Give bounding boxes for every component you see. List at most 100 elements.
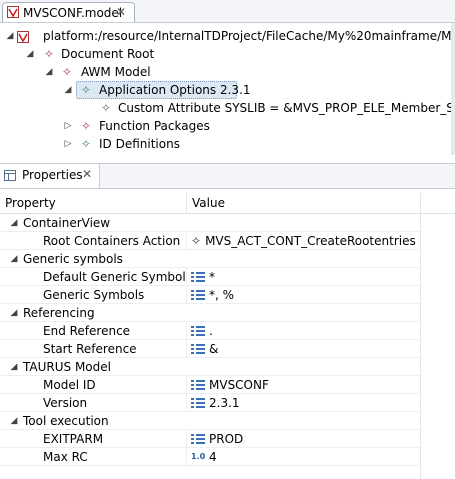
property-category[interactable]: ◢ Generic symbols <box>0 250 420 268</box>
tree-item-custom-attribute[interactable]: ✧ Custom Attribute SYSLIB = &MVS_PROP_EL… <box>0 99 455 117</box>
property-name: End Reference <box>43 324 131 338</box>
tree-item-label: Document Root <box>61 47 155 61</box>
property-value: 4 <box>209 450 217 464</box>
expand-down-icon[interactable]: ◢ <box>63 81 73 99</box>
property-row[interactable]: EXITPARM PROD <box>0 430 420 448</box>
property-value-cell[interactable]: *, % <box>186 286 234 304</box>
expand-down-icon[interactable]: ◢ <box>9 214 19 232</box>
property-name: Default Generic Symbol <box>43 270 186 284</box>
tree-item-label: Custom Attribute SYSLIB = &MVS_PROP_ELE_… <box>118 101 455 115</box>
column-header-value[interactable]: Value <box>186 193 420 213</box>
attribute-icon: ✧ <box>100 101 112 115</box>
property-name: Version <box>43 396 88 410</box>
editor-tab-label: MVSCONF.model <box>23 6 123 20</box>
column-divider <box>420 193 421 479</box>
property-category[interactable]: ◢ Tool execution <box>0 412 420 430</box>
expand-down-icon[interactable]: ◢ <box>9 412 19 430</box>
tree-item-label: AWM Model <box>81 65 151 79</box>
number-icon: 1.0 <box>191 451 206 461</box>
list-icon <box>191 289 205 300</box>
property-name: Max RC <box>43 450 88 464</box>
property-row[interactable]: Model ID MVSCONF <box>0 376 420 394</box>
properties-tab-bar: Properties ✕ <box>0 163 455 189</box>
property-category-label: TAURUS Model <box>23 360 111 374</box>
column-header-property[interactable]: Property <box>0 193 186 213</box>
property-name: Start Reference <box>43 342 137 356</box>
property-name: Generic Symbols <box>43 288 145 302</box>
tree-item-label: platform:/resource/InternalTDProject/Fil… <box>43 29 455 43</box>
tree-item-document-root[interactable]: ◢ ✧ Document Root <box>0 45 455 63</box>
option-element-icon: ✧ <box>80 137 92 151</box>
tab-label: Properties <box>22 168 83 182</box>
tree-item-function-packages[interactable]: ▷ ✧ Function Packages <box>0 117 455 135</box>
tree-item-label: ID Definitions <box>99 137 180 151</box>
tree-item-awm-model[interactable]: ◢ ✧ AWM Model <box>0 63 455 81</box>
property-name: Root Containers Action <box>43 234 181 248</box>
property-category-label: Referencing <box>23 306 95 320</box>
property-value: . <box>209 324 213 338</box>
property-category[interactable]: ◢ Referencing <box>0 304 420 322</box>
expand-down-icon[interactable]: ◢ <box>44 63 54 81</box>
tab-properties[interactable]: Properties ✕ <box>0 164 100 188</box>
property-value: 2.3.1 <box>209 396 240 410</box>
model-file-icon <box>17 27 29 45</box>
property-value-cell[interactable]: ✧ MVS_ACT_CONT_CreateRootentries <box>186 232 416 250</box>
property-name: EXITPARM <box>43 432 104 446</box>
expand-down-icon[interactable]: ◢ <box>9 250 19 268</box>
list-icon <box>191 397 205 408</box>
properties-table-header: Property Value <box>0 193 455 214</box>
editor-tab-mvsconf[interactable]: MVSCONF.model ✕ <box>2 2 135 22</box>
tree-item-label: Function Packages <box>99 119 210 133</box>
property-row[interactable]: End Reference. <box>0 322 420 340</box>
property-value-cell[interactable]: & <box>186 340 218 358</box>
property-row[interactable]: Start Reference & <box>0 340 420 358</box>
property-row[interactable]: Root Containers Action ✧ MVS_ACT_CONT_Crea… <box>0 232 420 250</box>
list-icon <box>191 343 205 354</box>
property-value: PROD <box>209 432 244 446</box>
property-value-cell[interactable]: 2.3.1 <box>186 394 240 412</box>
editor-tab-bar: MVSCONF.model ✕ <box>0 0 455 23</box>
expand-down-icon[interactable]: ◢ <box>5 27 15 45</box>
model-element-icon: ✧ <box>80 119 92 133</box>
property-category-label: Generic symbols <box>23 252 123 266</box>
model-element-icon: ✧ <box>43 47 55 61</box>
expand-down-icon[interactable]: ◢ <box>25 45 35 63</box>
property-category-label: ContainerView <box>23 216 111 230</box>
property-value: *, % <box>209 288 235 302</box>
property-value: & <box>209 342 219 356</box>
property-value-cell[interactable]: MVSCONF <box>186 376 269 394</box>
property-row[interactable]: Max RC 1.0 4 <box>0 448 420 466</box>
property-value-cell[interactable]: 1.0 4 <box>186 448 217 466</box>
properties-view-icon <box>4 170 16 181</box>
model-tree: ◢ platform:/resource/InternalTDProject/F… <box>0 23 455 155</box>
property-row[interactable]: Default Generic Symbol * <box>0 268 420 286</box>
property-row[interactable]: Generic Symbols *, % <box>0 286 420 304</box>
tree-item-application-options[interactable]: ◢ ✧ Application Options 2.3.1 <box>0 81 455 99</box>
property-category-label: Tool execution <box>23 414 109 428</box>
tree-item-id-definitions[interactable]: ▷ ✧ ID Definitions <box>0 135 455 153</box>
property-value-cell[interactable]: * <box>186 268 215 286</box>
property-value: MVSCONF <box>209 378 269 392</box>
tree-scrollbar[interactable] <box>451 23 455 155</box>
property-row[interactable]: Version 2.3.1 <box>0 394 420 412</box>
model-element-icon: ✧ <box>61 65 73 79</box>
diamond-icon: ✧ <box>191 234 202 248</box>
expand-down-icon[interactable]: ◢ <box>9 304 19 322</box>
property-name: Model ID <box>43 378 96 392</box>
property-category[interactable]: ◢ TAURUS Model <box>0 358 420 376</box>
close-icon[interactable]: ✕ <box>116 5 126 19</box>
property-value-cell[interactable]: . <box>186 322 213 340</box>
list-icon <box>191 433 205 444</box>
list-icon <box>191 325 205 336</box>
property-value: * <box>209 270 215 284</box>
expand-down-icon[interactable]: ◢ <box>9 358 19 376</box>
list-icon <box>191 379 205 390</box>
expand-right-icon[interactable]: ▷ <box>63 117 73 135</box>
model-file-icon <box>7 6 19 18</box>
property-value-cell[interactable]: PROD <box>186 430 243 448</box>
tree-item-root[interactable]: ◢ platform:/resource/InternalTDProject/F… <box>0 27 455 45</box>
expand-right-icon[interactable]: ▷ <box>63 135 73 153</box>
close-icon[interactable]: ✕ <box>82 167 92 181</box>
property-category[interactable]: ◢ ContainerView <box>0 214 420 232</box>
list-icon <box>191 271 205 282</box>
